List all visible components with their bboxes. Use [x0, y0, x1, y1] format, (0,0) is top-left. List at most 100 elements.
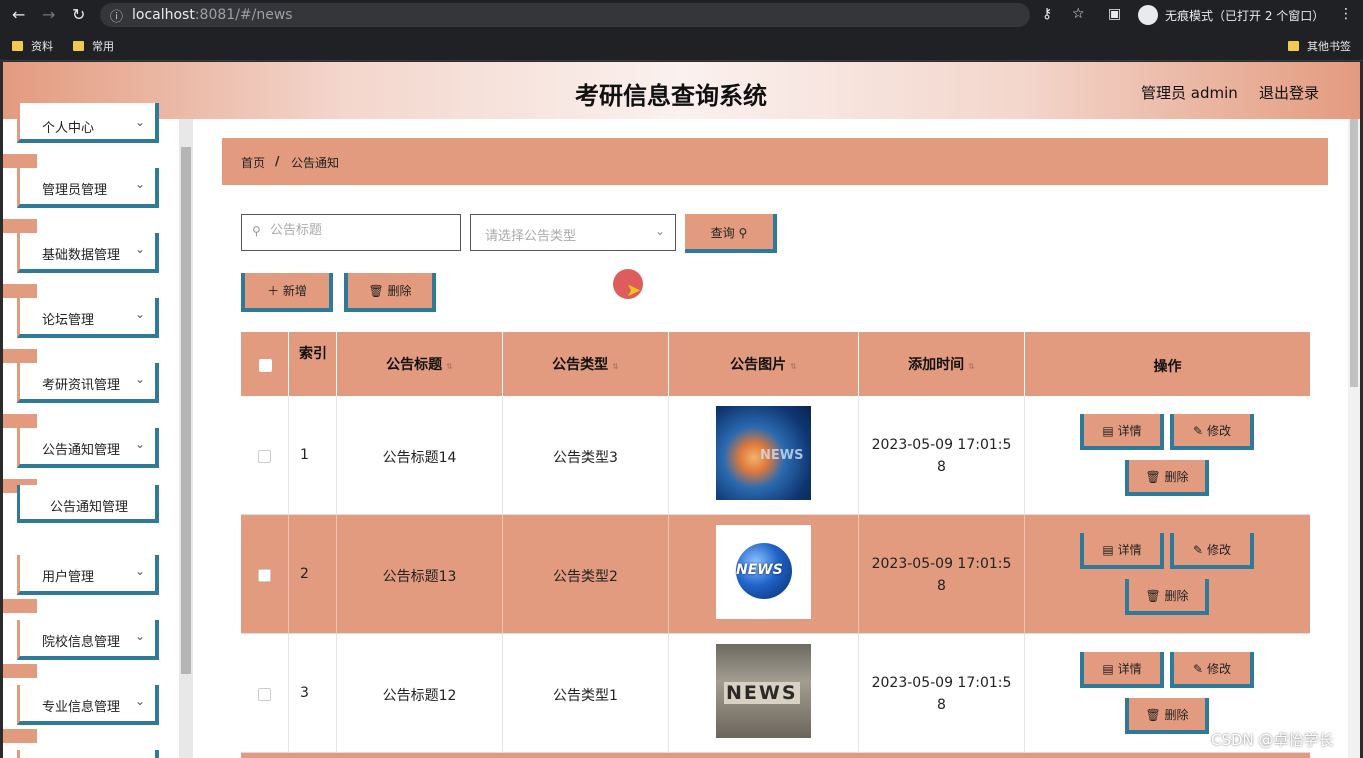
bookmarks-bar: 资料 常用 其他书签 — [0, 30, 1363, 61]
column-header-title[interactable]: 公告标题 ⇅ — [337, 332, 503, 396]
row-delete-button[interactable]: 🗑 删除 — [1125, 579, 1209, 615]
pencil-icon: ✎ — [1193, 662, 1204, 676]
row-checkbox[interactable] — [258, 569, 271, 582]
scrollbar-thumb[interactable] — [181, 147, 191, 674]
sort-icon[interactable]: ⇅ — [968, 362, 975, 371]
title-search-field[interactable]: ⚲ — [241, 214, 461, 251]
type-select-placeholder: 请选择公告类型 — [485, 229, 577, 244]
trash-icon: 🗑 — [1145, 708, 1161, 722]
edit-button[interactable]: ✎ 修改 — [1170, 652, 1254, 688]
breadcrumb-home[interactable]: 首页 — [241, 154, 265, 171]
column-header-image[interactable]: 公告图片 ⇅ — [669, 332, 859, 396]
sidebar-stripe — [3, 154, 37, 168]
trash-icon: 🗑 — [1145, 470, 1161, 484]
sidebar-item-notice[interactable]: 公告通知管理 ⌄ — [17, 428, 159, 468]
sidebar-item-forum[interactable]: 论坛管理 ⌄ — [17, 298, 159, 338]
add-button[interactable]: ＋ 新增 — [241, 273, 333, 312]
folder-icon — [12, 41, 23, 51]
plus-icon: ＋ — [267, 284, 280, 298]
incognito-icon — [1138, 5, 1158, 25]
detail-button[interactable]: ▤ 详情 — [1080, 414, 1164, 450]
sidepanel-icon[interactable]: ▣ — [1108, 6, 1121, 22]
admin-label: 管理员 admin — [1141, 84, 1238, 102]
document-icon: ▤ — [1102, 543, 1114, 557]
sidebar-item-admins[interactable]: 管理员管理 ⌄ — [17, 168, 159, 208]
sidebar-item-label: 基础数据管理 — [42, 248, 121, 263]
detail-button[interactable]: ▤ 详情 — [1080, 652, 1164, 688]
chevron-down-icon: ⌄ — [134, 307, 145, 321]
title-search-input[interactable] — [270, 223, 450, 238]
key-icon[interactable]: ⚷ — [1042, 6, 1052, 22]
other-bookmarks[interactable]: 其他书签 — [1288, 38, 1351, 54]
sidebar-item-news-info[interactable]: 考研资讯管理 ⌄ — [17, 363, 159, 403]
row-type: 公告类型3 — [553, 450, 618, 466]
reload-icon[interactable]: ↻ — [72, 5, 85, 24]
delete-button[interactable]: 🗑 删除 — [344, 273, 436, 312]
sidebar-item-more[interactable] — [17, 750, 159, 758]
row-checkbox[interactable] — [258, 450, 271, 463]
row-type: 公告类型1 — [553, 688, 618, 704]
scrollbar-thumb[interactable] — [1350, 119, 1358, 387]
menu-icon[interactable]: ⋮ — [1339, 6, 1353, 22]
table-row: 3 公告标题12 公告类型1 NEWS 2023-05-09 17:01:5 8 … — [241, 634, 1310, 753]
sidebar-item-label: 公告通知管理 — [42, 443, 121, 458]
sidebar-item-majors[interactable]: 专业信息管理 ⌄ — [17, 685, 159, 725]
chevron-down-icon: ⌄ — [654, 224, 665, 238]
folder-icon — [1288, 41, 1299, 51]
edit-button[interactable]: ✎ 修改 — [1170, 414, 1254, 450]
row-time: 2023-05-09 17:01:5 8 — [871, 675, 1012, 713]
table-row: 1 公告标题14 公告类型3 NEWS 2023-05-09 17:01:5 8 … — [241, 396, 1310, 515]
document-icon: ▤ — [1102, 662, 1114, 676]
chevron-down-icon: ⌄ — [134, 564, 145, 578]
news-thumbnail[interactable]: NEWS — [716, 406, 811, 500]
news-thumbnail[interactable]: NEWS — [716, 525, 811, 619]
table-row — [241, 753, 1310, 758]
sidebar-item-label: 论坛管理 — [42, 313, 95, 328]
sidebar-item-label: 专业信息管理 — [42, 700, 121, 715]
sidebar-item-basic-data[interactable]: 基础数据管理 ⌄ — [17, 233, 159, 273]
breadcrumb: 首页 / 公告通知 — [222, 138, 1328, 185]
incognito-label: 无痕模式（已打开 2 个窗口） — [1165, 9, 1325, 23]
row-delete-button[interactable]: 🗑 删除 — [1125, 460, 1209, 496]
document-icon: ▤ — [1102, 424, 1114, 438]
sidebar-item-users[interactable]: 用户管理 ⌄ — [17, 555, 159, 595]
forward-icon[interactable]: → — [42, 5, 55, 24]
sidebar-scrollbar[interactable] — [179, 119, 193, 758]
chevron-down-icon: ⌄ — [134, 115, 145, 129]
pencil-icon: ✎ — [1193, 543, 1204, 557]
chevron-down-icon: ⌄ — [134, 629, 145, 643]
sidebar-item-label: 个人中心 — [42, 121, 95, 136]
query-button-label: 查询 — [710, 226, 735, 240]
row-delete-button[interactable]: 🗑 删除 — [1125, 698, 1209, 734]
page-scrollbar[interactable] — [1348, 119, 1360, 758]
search-icon: ⚲ — [738, 226, 748, 240]
type-select[interactable]: 请选择公告类型 ⌄ — [470, 214, 676, 251]
table-row: 2 公告标题13 公告类型2 NEWS 2023-05-09 17:01:5 8 … — [241, 515, 1310, 634]
row-checkbox[interactable] — [258, 688, 271, 701]
edit-button[interactable]: ✎ 修改 — [1170, 533, 1254, 569]
sidebar-subitem-notice[interactable]: 公告通知管理 — [17, 485, 159, 523]
bookmark-folder[interactable]: 常用 — [73, 38, 114, 54]
sidebar-stripe — [3, 349, 37, 363]
bookmark-folder[interactable]: 资料 — [12, 38, 53, 54]
back-icon[interactable]: ← — [12, 5, 25, 24]
column-header-type[interactable]: 公告类型 ⇅ — [503, 332, 669, 396]
sort-icon[interactable]: ⇅ — [612, 362, 619, 371]
select-all-checkbox[interactable] — [259, 359, 272, 372]
sort-icon[interactable]: ⇅ — [790, 362, 797, 371]
news-thumbnail[interactable]: NEWS — [716, 644, 811, 738]
row-title: 公告标题14 — [382, 450, 457, 466]
sidebar-stripe — [3, 664, 37, 678]
sidebar-item-schools[interactable]: 院校信息管理 ⌄ — [17, 620, 159, 660]
query-button[interactable]: 查询 ⚲ — [685, 214, 777, 253]
logout-button[interactable]: 退出登录 — [1259, 82, 1319, 103]
column-header-time[interactable]: 添加时间 ⇅ — [859, 332, 1025, 396]
sidebar-item-personal[interactable]: 个人中心 ⌄ — [17, 103, 159, 143]
detail-button[interactable]: ▤ 详情 — [1080, 533, 1164, 569]
row-time: 2023-05-09 17:01:5 8 — [871, 437, 1012, 475]
star-icon[interactable]: ☆ — [1072, 6, 1085, 22]
search-icon: ⚲ — [252, 224, 261, 238]
address-bar[interactable]: ⓘ localhost:8081/#/news — [100, 3, 1030, 27]
info-icon[interactable]: ⓘ — [110, 6, 123, 25]
sort-icon[interactable]: ⇅ — [446, 362, 453, 371]
